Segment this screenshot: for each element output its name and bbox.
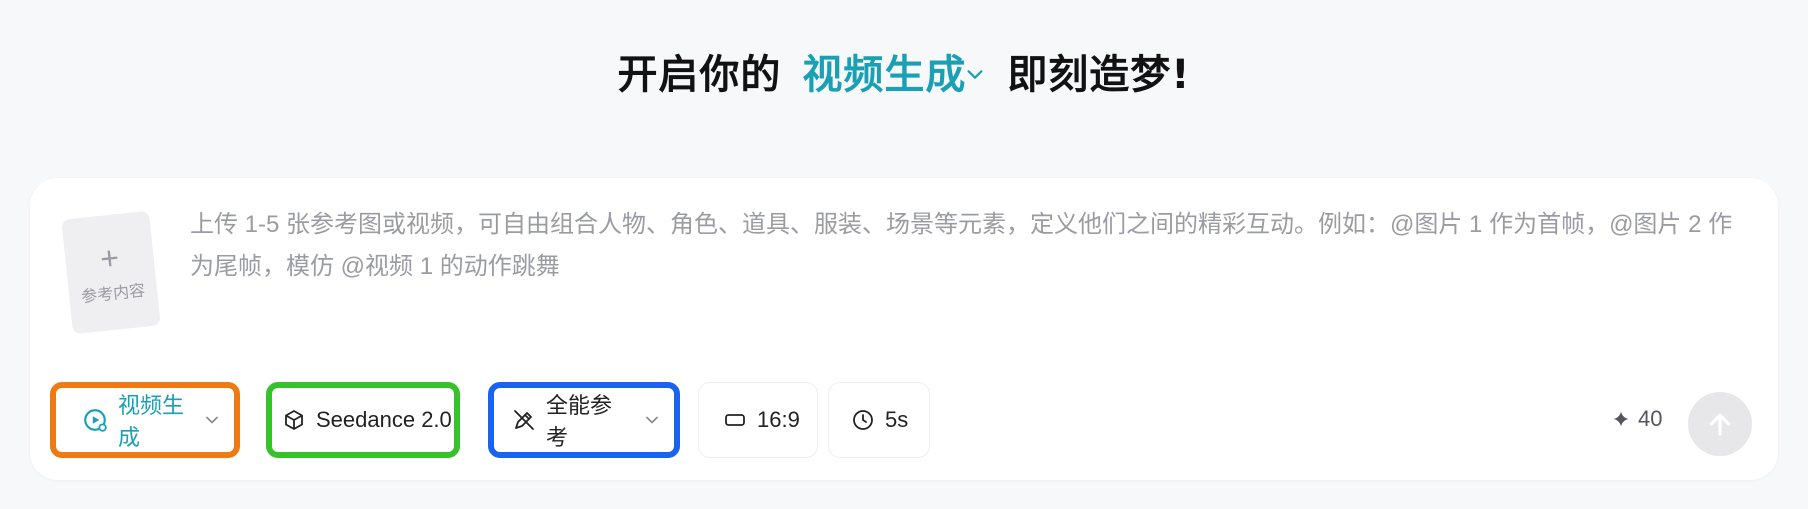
headline-mode-selector[interactable]: 视频生成 — [802, 52, 1001, 98]
chevron-down-icon — [646, 416, 658, 424]
mode-select[interactable]: 视频生成 — [50, 382, 240, 458]
credits-indicator: 40 — [1612, 406, 1662, 432]
duration-label: 5s — [885, 407, 909, 432]
headline-prefix: 开启你的 — [617, 52, 782, 98]
clock-icon — [853, 410, 873, 430]
headline-suffix: 即刻造梦! — [1007, 52, 1191, 98]
reference-upload-button[interactable]: + 参考内容 — [61, 210, 161, 335]
model-select[interactable]: Seedance 2.0 — [266, 382, 460, 458]
prompt-input[interactable]: 上传 1-5 张参考图或视频，可自由组合人物、角色、道具、服装、场景等元素，定义… — [190, 204, 1750, 288]
generation-toolbar: 视频生成 Seedance 2.0 全能参考 16:9 5s 40 — [0, 380, 1808, 470]
reference-upload-label: 参考内容 — [80, 282, 146, 306]
model-select-label: Seedance 2.0 — [316, 407, 452, 432]
aspect-ratio-label: 16:9 — [757, 407, 800, 432]
headline-mode-label: 视频生成 — [802, 52, 967, 98]
video-play-circle-icon — [84, 409, 107, 432]
plus-icon: + — [98, 238, 121, 277]
aspect-ratio-select[interactable]: 16:9 — [698, 382, 818, 458]
cube-icon — [285, 410, 303, 430]
arrow-up-icon — [1709, 413, 1731, 436]
chevron-down-icon — [206, 416, 218, 424]
pen-tool-icon — [514, 410, 534, 430]
reference-mode-label: 全能参考 — [546, 393, 613, 450]
credits-value: 40 — [1638, 406, 1663, 431]
chevron-down-icon — [967, 70, 983, 79]
duration-select[interactable]: 5s — [828, 382, 930, 458]
sparkle-icon — [1613, 411, 1629, 427]
aspect-ratio-icon — [725, 414, 745, 426]
page-headline: 开启你的 视频生成 即刻造梦! — [0, 42, 1808, 100]
reference-mode-select[interactable]: 全能参考 — [488, 382, 680, 458]
send-button[interactable] — [1688, 392, 1752, 456]
mode-select-label: 视频生成 — [118, 393, 185, 450]
